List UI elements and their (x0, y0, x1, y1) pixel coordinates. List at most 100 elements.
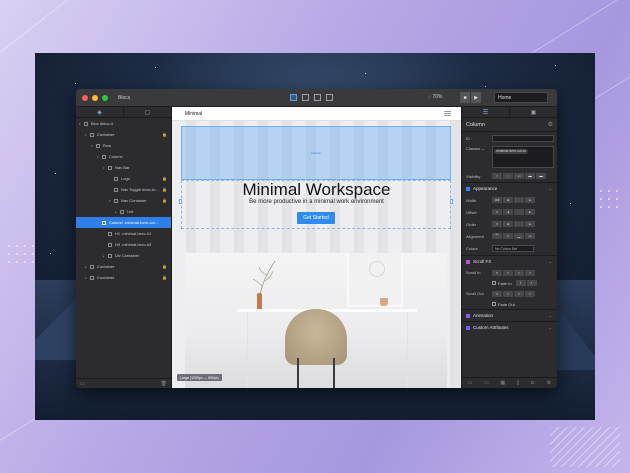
tree-node[interactable]: ▸ Container 🔒 (76, 261, 171, 272)
settings-icon[interactable]: ⚙ (547, 380, 551, 386)
pages-tab-icon[interactable]: ▢ (123, 107, 171, 117)
tree-node[interactable]: Logo 🔒 (76, 173, 171, 184)
disclosure-icon[interactable]: ▾ (97, 221, 101, 225)
visibility-xs-toggle[interactable]: ▪ (492, 173, 502, 179)
appearance-section[interactable]: Appearance ⌄ (462, 182, 557, 194)
tree-node[interactable]: ▸ Div Container (76, 250, 171, 261)
close-window-button[interactable] (82, 94, 88, 101)
tree-node[interactable]: ▾ Nav Bar (76, 162, 171, 173)
visibility-lg-toggle[interactable]: ▬ (525, 173, 535, 179)
tree-node[interactable]: ▾ Column .minimal-hero-col... (76, 217, 171, 228)
lock-icon[interactable]: 🔒 (162, 264, 167, 269)
fade-out-checkbox[interactable] (492, 302, 496, 306)
scroll-out-opt-2[interactable]: ▪ (514, 290, 524, 297)
disclosure-icon[interactable]: ▸ (103, 254, 107, 258)
hero-subheading[interactable]: Be more productive in a minimal work env… (172, 199, 461, 205)
class-chip[interactable]: minimal-hero-col-m (494, 148, 528, 154)
design-canvas[interactable]: Minimal Column Minimal Workspace Be more… (172, 107, 461, 388)
disclosure-icon[interactable]: ▸ (115, 210, 119, 214)
scroll-out-opt-1[interactable]: ▪ (503, 290, 513, 297)
doc-icon[interactable]: ▯ (517, 380, 520, 386)
get-started-button[interactable]: Get Started (297, 212, 335, 224)
disclosure-icon[interactable]: ▾ (103, 166, 107, 170)
visibility-md-toggle[interactable]: ▭ (514, 173, 524, 179)
order-increment[interactable]: ▸ (525, 221, 535, 227)
tree-node[interactable]: ▾ Nav Container 🔒 (76, 195, 171, 206)
sliders-tab-icon[interactable]: ☰ (462, 107, 509, 117)
small-mobile-icon[interactable] (326, 94, 333, 101)
tree-node[interactable]: ▸ Container 🔒 (76, 272, 171, 283)
tree-node[interactable]: H1 .minimal-hero-h1 (76, 228, 171, 239)
hero-heading[interactable]: Minimal Workspace (172, 180, 461, 200)
offset-reset[interactable]: × (492, 209, 502, 215)
tree-node[interactable]: ▾ Bloc #bloc-4 (76, 118, 171, 129)
lock-icon[interactable]: 🔒 (162, 187, 167, 192)
align-middle[interactable]: ≡ (503, 233, 513, 239)
selected-column-highlight[interactable]: Column (181, 126, 451, 180)
stop-icon[interactable]: ■ (460, 92, 470, 103)
disclosure-icon[interactable]: ▾ (109, 199, 113, 203)
scroll-out-opt-3[interactable]: ▪ (525, 290, 535, 297)
zoom-window-button[interactable] (102, 94, 108, 101)
colour-field[interactable]: No Colour Set (492, 245, 534, 252)
order-reset[interactable]: × (492, 221, 502, 227)
disclosure-icon[interactable]: ▸ (85, 276, 89, 280)
library-tab-icon[interactable]: ▣ (509, 107, 557, 117)
minimize-window-button[interactable] (92, 94, 98, 101)
visibility-sm-toggle[interactable]: ▫ (503, 173, 513, 179)
lock-icon[interactable]: 🔒 (162, 275, 167, 280)
page-selector[interactable]: Home (494, 92, 548, 103)
fade-in-checkbox[interactable] (492, 281, 496, 285)
width-value[interactable]: col (492, 197, 502, 203)
align-top[interactable]: ▔ (492, 233, 502, 239)
custom-attributes-section[interactable]: Custom Attributes ⌄ (462, 321, 557, 333)
duplicate-icon[interactable]: ▭ (484, 380, 489, 386)
trash-icon[interactable]: 🗑 (161, 381, 167, 387)
scroll-in-opt-1[interactable]: ▪ (503, 269, 513, 276)
disclosure-icon[interactable]: ▾ (79, 122, 83, 126)
hero-image[interactable] (185, 253, 447, 388)
disclosure-icon[interactable]: ▾ (97, 155, 101, 159)
align-bottom[interactable]: ▁ (514, 233, 524, 239)
tree-node[interactable]: ▸ List (76, 206, 171, 217)
zoom-level[interactable]: ◌ 70% (428, 94, 442, 100)
scroll-out-none[interactable]: × (492, 290, 502, 297)
scroll-fx-section[interactable]: Scroll FX ⌄ (462, 255, 557, 267)
scroll-in-none[interactable]: × (492, 269, 502, 276)
play-icon[interactable]: ▶ (471, 92, 481, 103)
disclosure-icon[interactable]: ▸ (85, 265, 89, 269)
order-decrement[interactable]: ◂ (503, 221, 513, 227)
lock-icon[interactable]: 🔒 (162, 176, 167, 181)
animation-section[interactable]: Animation ⌄ (462, 309, 557, 321)
link-icon[interactable]: ⊏ (531, 380, 535, 386)
offset-input[interactable] (514, 209, 524, 215)
tree-node[interactable]: Nav Toggle #nav-to... 🔒 (76, 184, 171, 195)
disclosure-icon[interactable]: ▾ (85, 133, 89, 137)
layers-tab-icon[interactable]: ◈ (76, 107, 123, 117)
scroll-in-opt-3[interactable]: ▪ (525, 269, 535, 276)
lock-icon[interactable]: 🔒 (162, 132, 167, 137)
classes-field[interactable]: minimal-hero-col-m (492, 146, 554, 168)
offset-increment[interactable]: ▸ (525, 209, 535, 215)
visibility-xl-toggle[interactable]: ▬ (536, 173, 546, 179)
scroll-in-opt-2[interactable]: ▪ (514, 269, 524, 276)
disclosure-icon[interactable]: ▾ (91, 144, 95, 148)
order-input[interactable] (514, 221, 524, 227)
desktop-icon[interactable] (290, 94, 297, 101)
width-increment[interactable]: ▸ (525, 197, 535, 203)
width-decrement[interactable]: ◂ (503, 197, 513, 203)
fade-in-opt-1[interactable]: ▪ (515, 280, 526, 286)
code-icon[interactable]: ▭ (468, 380, 473, 386)
tree-node[interactable]: ▾ Container 🔒 (76, 129, 171, 140)
width-input[interactable] (514, 197, 524, 203)
hamburger-icon[interactable] (444, 111, 451, 116)
fade-in-opt-2[interactable]: ▪ (526, 280, 537, 286)
gear-icon[interactable]: ⚙ (548, 121, 553, 128)
tree-node[interactable]: H3 .minimal-hero-h3 (76, 239, 171, 250)
lock-icon[interactable]: 🔒 (162, 198, 167, 203)
tree-node[interactable]: ▾ Column (76, 151, 171, 162)
grid-icon[interactable]: ▦ (500, 380, 505, 386)
tablet-icon[interactable] (302, 94, 309, 101)
tree-node[interactable]: ▾ Row (76, 140, 171, 151)
mobile-icon[interactable] (314, 94, 321, 101)
